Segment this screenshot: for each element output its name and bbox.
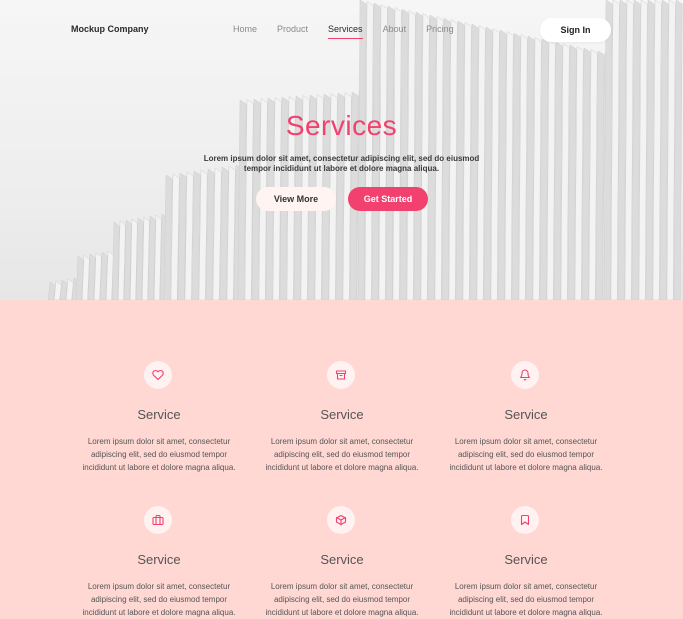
nav-link-product[interactable]: Product bbox=[277, 24, 308, 34]
archive-icon bbox=[327, 361, 355, 389]
service-title: Service bbox=[320, 407, 364, 422]
top-navigation: Mockup Company Home Product Services Abo… bbox=[0, 0, 683, 60]
nav-link-about[interactable]: About bbox=[383, 24, 407, 34]
service-title: Service bbox=[320, 552, 364, 567]
service-title: Service bbox=[504, 552, 548, 567]
hero-section: Mockup Company Home Product Services Abo… bbox=[0, 0, 683, 300]
heart-icon bbox=[144, 361, 172, 389]
services-section: Service Lorem ipsum dolor sit amet, cons… bbox=[0, 300, 683, 617]
bookmark-icon bbox=[511, 506, 539, 534]
service-description: Lorem ipsum dolor sit amet, consectetur … bbox=[82, 437, 236, 472]
page-title: Services bbox=[285, 110, 398, 141]
nav-link-home[interactable]: Home bbox=[233, 24, 257, 34]
service-title: Service bbox=[137, 552, 181, 567]
bell-icon bbox=[511, 361, 539, 389]
nav-link-pricing[interactable]: Pricing bbox=[426, 24, 454, 34]
box-icon bbox=[327, 506, 355, 534]
brand-logo[interactable]: Mockup Company bbox=[71, 24, 149, 34]
sign-in-button[interactable]: Sign In bbox=[540, 18, 611, 42]
hero-subtitle: Lorem ipsum dolor sit amet, consectetur … bbox=[203, 154, 480, 173]
service-description: Lorem ipsum dolor sit amet, consectetur … bbox=[265, 437, 419, 472]
nav-link-services[interactable]: Services bbox=[328, 24, 363, 39]
service-title: Service bbox=[137, 407, 181, 422]
view-more-button[interactable]: View More bbox=[256, 187, 336, 211]
service-title: Service bbox=[504, 407, 548, 422]
nav-links: Home Product Services About Pricing bbox=[233, 24, 474, 39]
get-started-button[interactable]: Get Started bbox=[348, 187, 428, 211]
briefcase-icon bbox=[144, 506, 172, 534]
service-description: Lorem ipsum dolor sit amet, consectetur … bbox=[449, 437, 603, 472]
